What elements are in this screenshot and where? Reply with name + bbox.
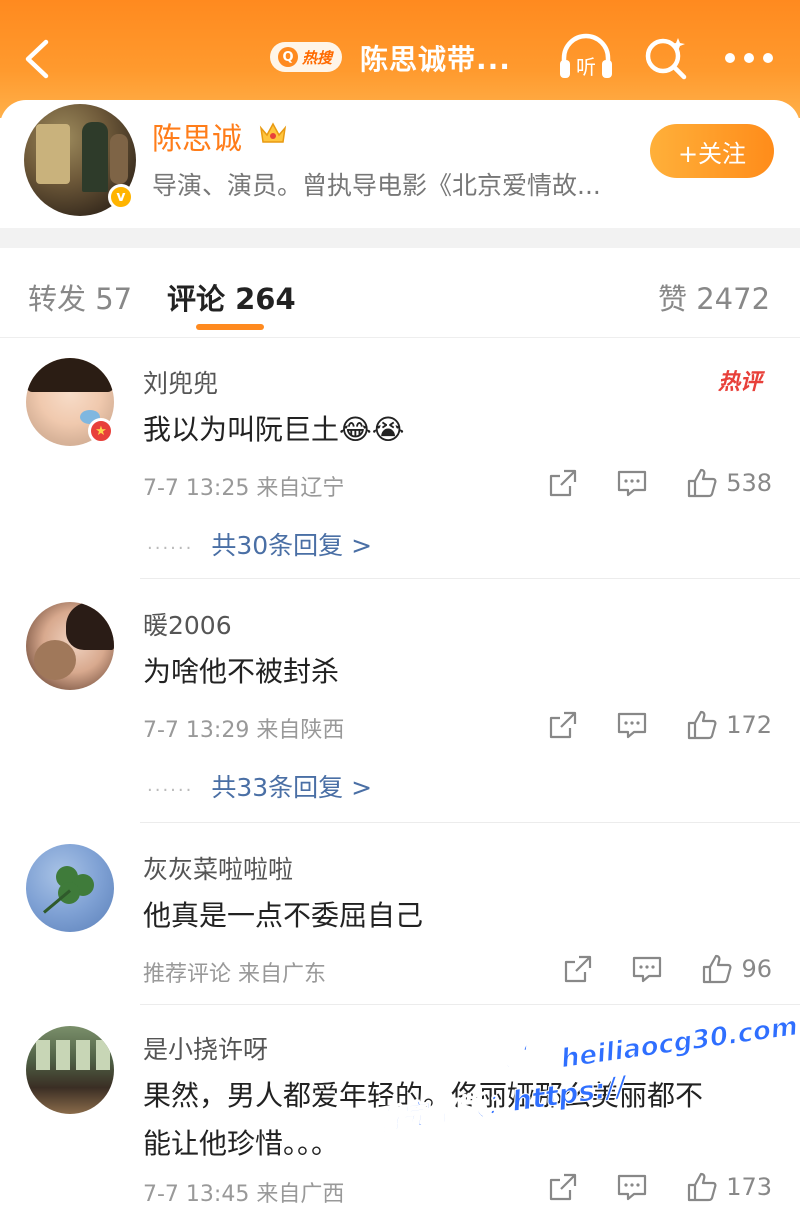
hot-comment-badge: 热评 bbox=[718, 370, 763, 395]
comment-divider bbox=[140, 822, 800, 823]
topic-title[interactable]: 陈思诚带... bbox=[360, 38, 511, 78]
like-count: 96 bbox=[741, 955, 772, 983]
thumbs-up-icon bbox=[688, 1172, 717, 1202]
tab-repost[interactable]: 转发 57 bbox=[28, 276, 132, 318]
chevron-left-icon[interactable] bbox=[22, 38, 54, 80]
avatar[interactable] bbox=[26, 844, 114, 932]
comment-icon[interactable] bbox=[616, 468, 648, 498]
like-count: 172 bbox=[726, 711, 772, 739]
interaction-tabs: 转发 57 评论 264 赞 2472 bbox=[0, 248, 800, 338]
share-icon[interactable] bbox=[548, 1172, 578, 1202]
comment-icon[interactable] bbox=[616, 710, 648, 740]
comment-username[interactable]: 是小挠许呀 bbox=[143, 1030, 268, 1066]
view-replies-link[interactable]: ······ 共33条回复 > bbox=[147, 768, 372, 804]
like-count: 538 bbox=[726, 469, 772, 497]
verified-badge-icon: ★ bbox=[88, 418, 114, 444]
thumbs-up-icon bbox=[688, 468, 717, 498]
like-count: 173 bbox=[726, 1173, 772, 1201]
share-icon[interactable] bbox=[548, 710, 578, 740]
author-name[interactable]: 陈思诚 bbox=[152, 114, 242, 158]
hot-search-label: 热搜 bbox=[302, 48, 333, 67]
comment-meta: 7-7 13:25 来自辽宁 bbox=[143, 476, 345, 501]
author-description: 导演、演员。曾执导电影《北京爱情故... bbox=[152, 171, 601, 200]
share-icon[interactable] bbox=[563, 954, 593, 984]
share-icon[interactable] bbox=[548, 468, 578, 498]
follow-button[interactable]: +关注 bbox=[650, 124, 774, 178]
comment-text: 为啥他不被封杀 bbox=[143, 655, 340, 688]
like-button[interactable]: 172 bbox=[686, 709, 772, 741]
comment-meta: 7-7 13:29 来自陕西 bbox=[143, 718, 345, 743]
comment-item: ★ 刘兜兜 热评 我以为叫阮巨土😂😭 7-7 13:25 来自辽宁 538 ··… bbox=[0, 340, 800, 580]
comment-divider bbox=[140, 578, 800, 579]
hot-search-icon: Q bbox=[278, 47, 298, 67]
tab-comments[interactable]: 评论 264 bbox=[167, 276, 296, 318]
comment-icon[interactable] bbox=[616, 1172, 648, 1202]
comment-actions: 538 bbox=[548, 466, 772, 500]
avatar[interactable] bbox=[26, 602, 114, 690]
hot-search-badge[interactable]: Q 热搜 bbox=[270, 42, 343, 72]
section-divider bbox=[0, 228, 800, 248]
replies-dots: ······ bbox=[147, 780, 194, 801]
more-icon[interactable] bbox=[724, 52, 774, 64]
comment-text: 他真是一点不委屈自己 bbox=[143, 899, 424, 932]
avatar[interactable] bbox=[26, 1026, 114, 1114]
tab-likes[interactable]: 赞 2472 bbox=[658, 276, 770, 318]
comment-item: 灰灰菜啦啦啦 他真是一点不委屈自己 推荐评论 来自广东 96 bbox=[0, 826, 800, 1006]
comment-actions: 96 bbox=[563, 952, 772, 986]
thumbs-up-icon bbox=[703, 954, 732, 984]
search-icon[interactable] bbox=[642, 34, 690, 82]
active-tab-indicator bbox=[196, 324, 264, 330]
comment-actions: 173 bbox=[548, 1170, 772, 1204]
replies-label: 共30条回复 > bbox=[211, 531, 373, 560]
author-card: v 陈思诚 导演、演员。曾执导电影《北京爱情故... +关注 bbox=[0, 100, 800, 230]
comment-username[interactable]: 暖2006 bbox=[143, 606, 232, 642]
comment-item: 暖2006 为啥他不被封杀 7-7 13:29 来自陕西 172 ······ 共… bbox=[0, 582, 800, 823]
verified-badge-icon: v bbox=[108, 184, 134, 210]
comment-meta: 7-7 13:45 来自广西 bbox=[143, 1182, 345, 1207]
like-button[interactable]: 96 bbox=[701, 953, 772, 985]
thumbs-up-icon bbox=[688, 710, 717, 740]
headphones-icon[interactable]: 听 bbox=[556, 30, 616, 82]
replies-dots: ······ bbox=[147, 538, 194, 559]
comment-text-line: 能让他珍惜。。。 bbox=[143, 1127, 340, 1160]
view-replies-link[interactable]: ······ 共30条回复 > bbox=[147, 526, 372, 562]
comment-actions: 172 bbox=[548, 708, 772, 742]
comment-username[interactable]: 灰灰菜啦啦啦 bbox=[143, 850, 293, 886]
like-button[interactable]: 173 bbox=[686, 1171, 772, 1203]
comment-icon[interactable] bbox=[631, 954, 663, 984]
replies-label: 共33条回复 > bbox=[211, 773, 373, 802]
comment-text: 我以为叫阮巨土😂😭 bbox=[143, 413, 405, 446]
listen-label: 听 bbox=[576, 55, 596, 79]
comment-username[interactable]: 刘兜兜 bbox=[143, 364, 218, 400]
crown-icon bbox=[259, 122, 287, 143]
comment-meta: 推荐评论 来自广东 bbox=[143, 962, 326, 987]
like-button[interactable]: 538 bbox=[686, 467, 772, 499]
comment-divider bbox=[140, 1004, 800, 1005]
